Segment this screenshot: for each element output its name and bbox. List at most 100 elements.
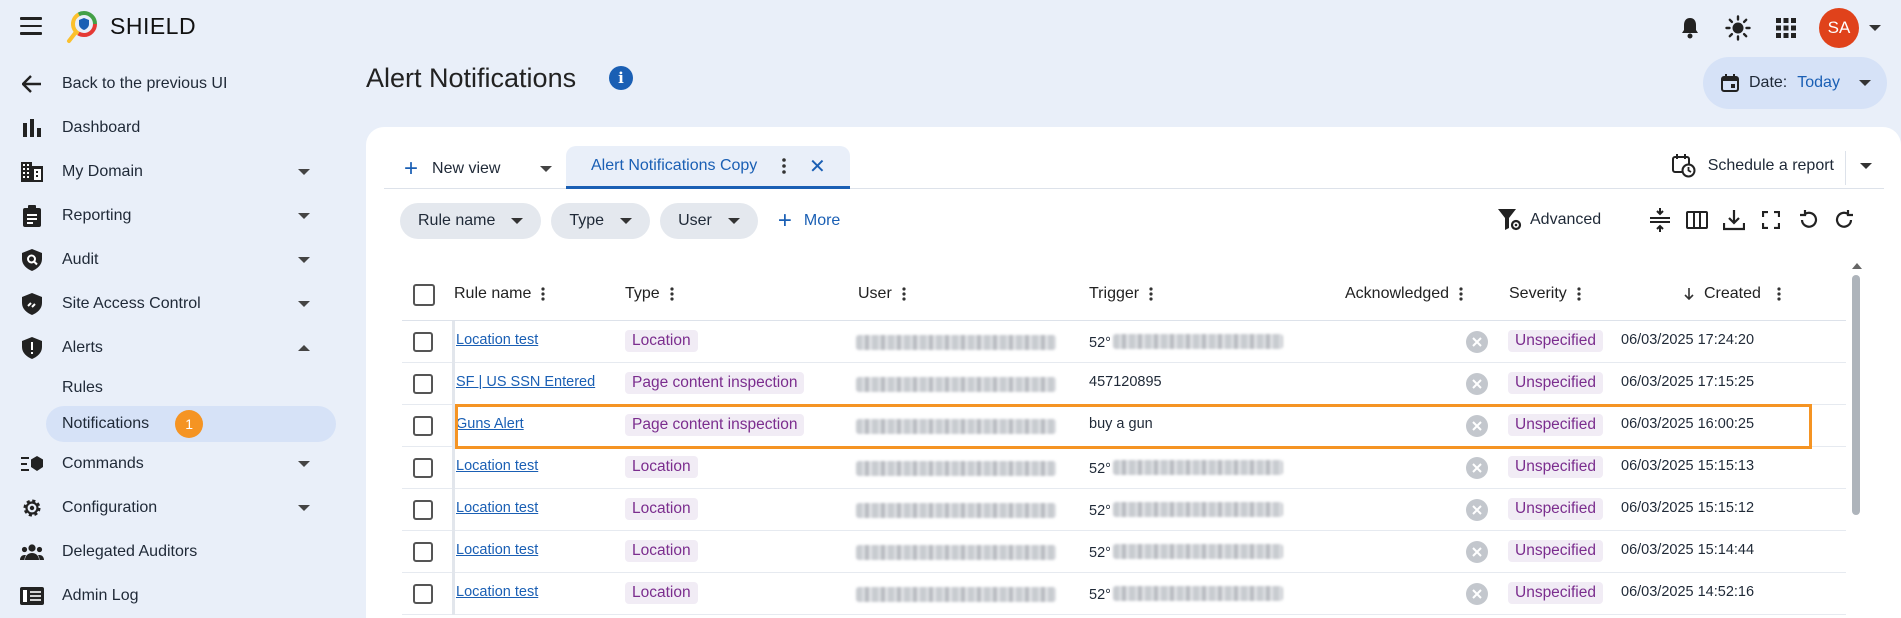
- rule-name-link[interactable]: Guns Alert: [456, 416, 524, 432]
- sidebar-item-admin-log[interactable]: Admin Log: [0, 574, 350, 618]
- trigger-text: 52°: [1089, 503, 1111, 519]
- not-acknowledged-icon[interactable]: [1466, 541, 1488, 563]
- date-filter-button[interactable]: Date: Today: [1703, 57, 1887, 109]
- undo-icon[interactable]: [1796, 207, 1820, 233]
- table-row[interactable]: Guns Alert Page content inspection buy a g…: [402, 405, 1846, 447]
- column-header-user[interactable]: User: [858, 285, 906, 303]
- refresh-icon[interactable]: [1833, 207, 1857, 233]
- back-link[interactable]: Back to the previous UI: [0, 62, 350, 106]
- severity-tag: Unspecified: [1508, 414, 1603, 436]
- sidebar-item-site-access-control[interactable]: Site Access Control: [0, 282, 350, 326]
- kebab-menu-icon[interactable]: [782, 158, 786, 174]
- row-checkbox[interactable]: [413, 584, 433, 604]
- tab-alert-notifications-copy[interactable]: Alert Notifications Copy ✕: [566, 146, 850, 189]
- sidebar-item-reporting[interactable]: Reporting: [0, 194, 350, 238]
- commands-icon: [20, 452, 44, 476]
- not-acknowledged-icon[interactable]: [1466, 373, 1488, 395]
- new-view-button[interactable]: + New view: [384, 151, 500, 187]
- row-checkbox[interactable]: [413, 332, 433, 352]
- sidebar-item-configuration[interactable]: Configuration: [0, 486, 350, 530]
- shield-search-icon: [20, 248, 44, 272]
- sidebar-item-my-domain[interactable]: My Domain: [0, 150, 350, 194]
- trigger-text: 457120895: [1089, 374, 1162, 390]
- schedule-report-button[interactable]: Schedule a report: [1671, 148, 1834, 184]
- sidebar-item-dashboard[interactable]: Dashboard: [0, 106, 350, 150]
- column-header-rule-name[interactable]: Rule name: [454, 285, 545, 303]
- brightness-icon[interactable]: [1723, 13, 1753, 43]
- not-acknowledged-icon[interactable]: [1466, 583, 1488, 605]
- column-header-severity[interactable]: Severity: [1509, 285, 1581, 303]
- sidebar-item-delegated-auditors[interactable]: Delegated Auditors: [0, 530, 350, 574]
- sidebar-item-commands[interactable]: Commands: [0, 442, 350, 486]
- column-header-trigger[interactable]: Trigger: [1089, 285, 1153, 303]
- more-label: More: [803, 212, 841, 229]
- columns-icon[interactable]: [1685, 207, 1709, 233]
- scroll-up-arrow-icon[interactable]: [1852, 263, 1862, 269]
- sidebar-item-audit[interactable]: Audit: [0, 238, 350, 282]
- table-row[interactable]: SF | US SSN Entered Page content inspecti…: [402, 363, 1846, 405]
- table-row[interactable]: Location test Location 52° Unspecified 06/03…: [402, 321, 1846, 363]
- chevron-down-icon[interactable]: [1869, 25, 1881, 31]
- select-all-checkbox[interactable]: [413, 284, 435, 306]
- user-avatar[interactable]: SA: [1819, 8, 1859, 48]
- advanced-filter-button[interactable]: Advanced: [1498, 209, 1601, 231]
- kebab-menu-icon[interactable]: [1149, 287, 1153, 301]
- not-acknowledged-icon[interactable]: [1466, 331, 1488, 353]
- bell-icon[interactable]: [1675, 13, 1705, 43]
- filter-chip-type[interactable]: Type: [551, 203, 651, 239]
- column-header-type[interactable]: Type: [625, 285, 674, 303]
- rule-name-link[interactable]: Location test: [456, 542, 538, 558]
- chevron-down-icon: [298, 257, 310, 263]
- trigger-redacted: [1112, 544, 1283, 559]
- chevron-down-icon[interactable]: [1860, 163, 1872, 169]
- not-acknowledged-icon[interactable]: [1466, 499, 1488, 521]
- trigger-cell: 52°: [1089, 500, 1283, 519]
- table-row[interactable]: Location test Location 52° Unspecified 06/03…: [402, 531, 1846, 573]
- row-checkbox[interactable]: [413, 458, 433, 478]
- sidebar-subitem-notifications[interactable]: Notifications 1: [46, 406, 336, 442]
- apps-grid-icon[interactable]: [1771, 13, 1801, 43]
- not-acknowledged-icon[interactable]: [1466, 457, 1488, 479]
- trigger-text: 52°: [1089, 461, 1111, 477]
- column-header-acknowledged[interactable]: Acknowledged: [1345, 285, 1463, 303]
- sidebar-subitem-rules[interactable]: Rules: [0, 370, 350, 406]
- row-checkbox[interactable]: [413, 542, 433, 562]
- kebab-menu-icon[interactable]: [1459, 287, 1463, 301]
- vertical-scrollbar[interactable]: [1852, 275, 1860, 515]
- kebab-menu-icon[interactable]: [541, 287, 545, 301]
- kebab-menu-icon[interactable]: [902, 287, 906, 301]
- shield-link-icon: [20, 292, 44, 316]
- not-acknowledged-icon[interactable]: [1466, 415, 1488, 437]
- rule-name-link[interactable]: Location test: [456, 500, 538, 516]
- user-cell-redacted: [856, 503, 1056, 522]
- menu-icon[interactable]: [20, 17, 42, 37]
- kebab-menu-icon[interactable]: [1777, 287, 1781, 301]
- close-icon[interactable]: ✕: [809, 154, 826, 179]
- table-row[interactable]: Location test Location 52° Unspecified 06/03…: [402, 573, 1846, 615]
- table-row[interactable]: Location test Location 52° Unspecified 06/03…: [402, 447, 1846, 489]
- trigger-cell: 52°: [1089, 584, 1283, 603]
- type-cell: Location: [625, 330, 698, 354]
- filter-chip-rule-name[interactable]: Rule name: [400, 203, 542, 239]
- rule-name-link[interactable]: Location test: [456, 332, 538, 348]
- download-icon[interactable]: [1722, 207, 1746, 233]
- row-checkbox[interactable]: [413, 374, 433, 394]
- rule-name-link[interactable]: Location test: [456, 458, 538, 474]
- row-checkbox[interactable]: [413, 416, 433, 436]
- more-filters-button[interactable]: + More: [778, 207, 840, 235]
- info-icon[interactable]: i: [609, 66, 633, 90]
- sidebar-item-alerts[interactable]: Alerts: [0, 326, 350, 370]
- views-dropdown-chevron-icon[interactable]: [540, 166, 552, 172]
- fullscreen-icon[interactable]: [1759, 207, 1783, 233]
- rule-name-link[interactable]: Location test: [456, 584, 538, 600]
- filter-chip-user[interactable]: User: [660, 203, 758, 239]
- trigger-text: 52°: [1089, 545, 1111, 561]
- table-row[interactable]: Location test Location 52° Unspecified 06/03…: [402, 489, 1846, 531]
- density-icon[interactable]: [1648, 207, 1672, 233]
- kebab-menu-icon[interactable]: [670, 287, 674, 301]
- row-checkbox[interactable]: [413, 500, 433, 520]
- trigger-text: 52°: [1089, 335, 1111, 351]
- rule-name-link[interactable]: SF | US SSN Entered: [456, 374, 595, 390]
- kebab-menu-icon[interactable]: [1577, 287, 1581, 301]
- column-header-created[interactable]: Created: [1684, 285, 1781, 303]
